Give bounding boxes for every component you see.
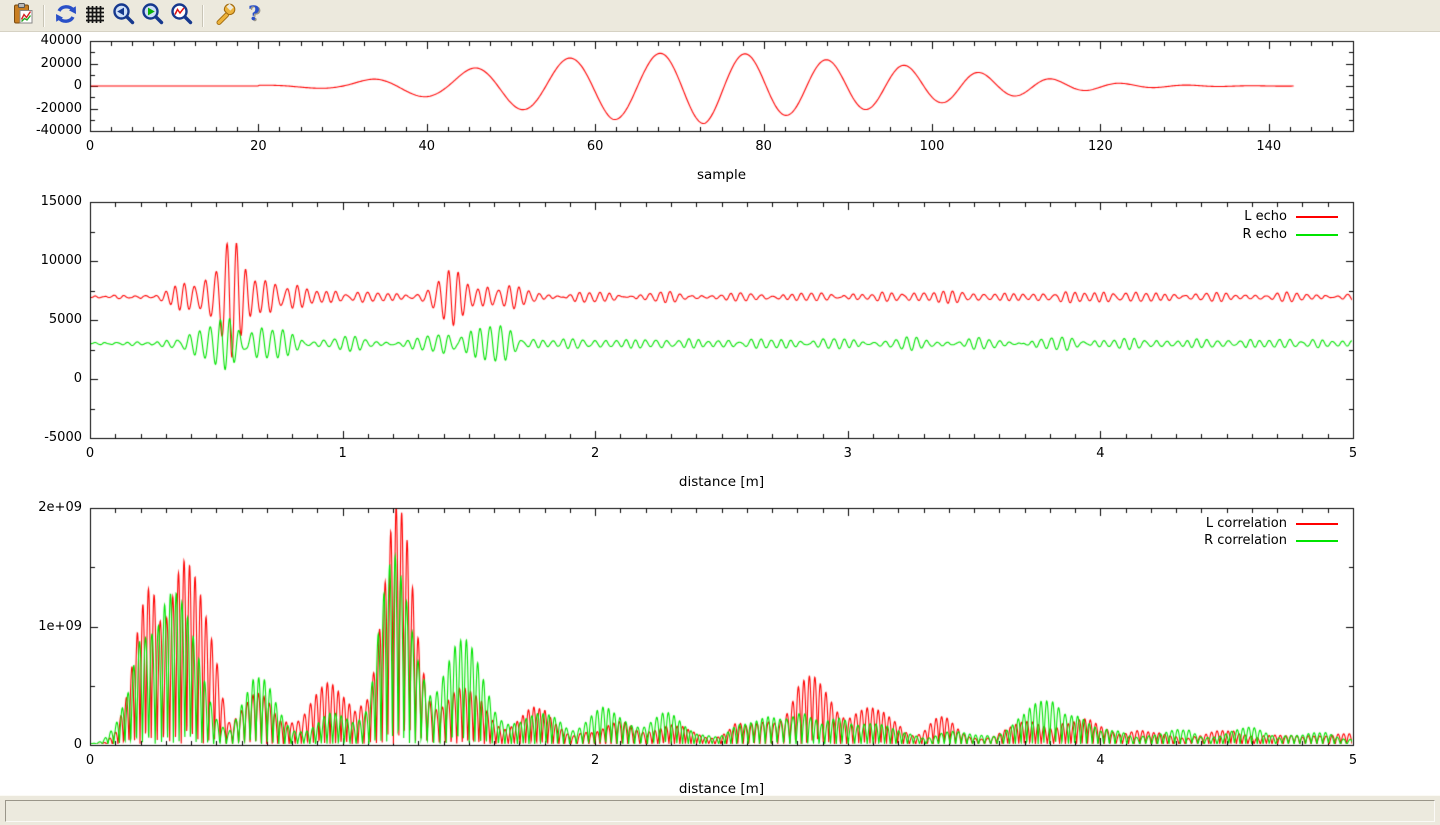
status-field	[5, 800, 1435, 822]
svg-text:?: ?	[248, 2, 260, 25]
plot-canvas-area: 02040608010012014040000200000-20000-4000…	[0, 32, 1440, 795]
replot-button[interactable]	[52, 2, 79, 29]
zoom-next-button[interactable]	[139, 2, 166, 29]
clipboard-plot-icon	[11, 2, 35, 29]
toolbar: ? ?	[0, 0, 1440, 32]
apply-zoom-button[interactable]	[168, 2, 195, 29]
grid-icon	[83, 2, 107, 29]
plot-canvas[interactable]	[0, 32, 1440, 795]
toolbar-separator	[202, 5, 204, 27]
status-bar	[0, 795, 1440, 825]
gnuplot-window: ? ? 02040608010012014040000200000-20000-…	[0, 0, 1440, 825]
magnifier-right-arrow-icon	[141, 2, 165, 29]
wrench-icon	[213, 2, 237, 29]
copy-to-clipboard-button[interactable]	[9, 2, 36, 29]
configure-button[interactable]	[211, 2, 238, 29]
magnifier-plot-icon	[170, 2, 194, 29]
question-mark-icon: ? ?	[242, 2, 266, 29]
help-button[interactable]: ? ?	[240, 2, 267, 29]
magnifier-left-arrow-icon	[112, 2, 136, 29]
zoom-previous-button[interactable]	[110, 2, 137, 29]
toggle-grid-button[interactable]	[81, 2, 108, 29]
toolbar-separator	[43, 5, 45, 27]
refresh-icon	[54, 2, 78, 29]
